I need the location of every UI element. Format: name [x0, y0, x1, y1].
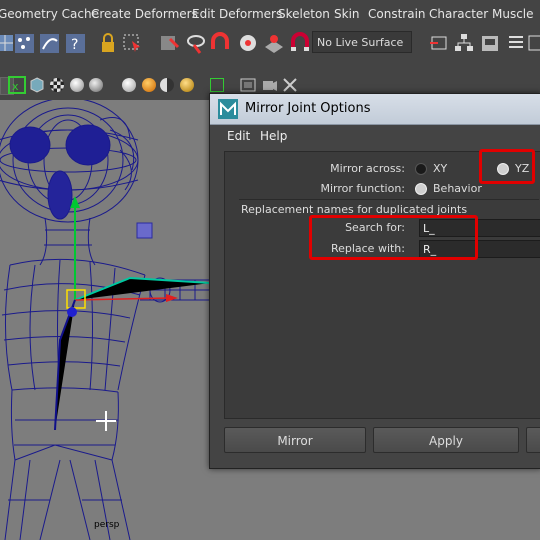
radio-xy-label: XY: [433, 162, 448, 175]
menu-constrain[interactable]: Constrain: [368, 7, 426, 21]
camera-label: persp: [94, 520, 120, 530]
soft-mod-icon[interactable]: [236, 31, 260, 55]
point-snap-icon[interactable]: [38, 31, 62, 55]
hierarchy-icon[interactable]: [452, 31, 476, 55]
shadow-icon[interactable]: [160, 78, 174, 92]
lock-icon[interactable]: [96, 31, 120, 55]
menu-character[interactable]: Character: [429, 7, 488, 21]
history-icon[interactable]: [428, 31, 452, 55]
radio-behavior[interactable]: [415, 183, 427, 195]
radio-behavior-label: Behavior: [433, 182, 482, 195]
menu-create-deformers[interactable]: Create Deformers: [91, 7, 198, 21]
light-icon[interactable]: [122, 78, 136, 92]
highlight-yz-option: [479, 149, 535, 184]
dialog-menu-edit[interactable]: Edit: [227, 129, 250, 143]
select-tool-icon[interactable]: [120, 31, 144, 55]
menu-edit-deformers[interactable]: Edit Deformers: [192, 7, 282, 21]
shaded-sphere-icon[interactable]: [70, 78, 84, 92]
smooth-shade-icon[interactable]: [89, 78, 103, 92]
shelf-toolbar: ?: [0, 28, 540, 59]
live-surface-field[interactable]: No Live Surface: [312, 31, 412, 53]
paint-select-icon[interactable]: [158, 31, 182, 55]
menu-skin[interactable]: Skin: [334, 7, 360, 21]
dialog-menubar: Edit Help: [210, 125, 540, 147]
svg-text:x: x: [12, 80, 19, 93]
magnet-icon[interactable]: [208, 31, 232, 55]
radio-xy[interactable]: [415, 163, 427, 175]
menu-geometry-cache[interactable]: Geometry Cache: [0, 7, 99, 21]
move-cursor-icon: [96, 411, 116, 431]
resolution-gate-icon[interactable]: [282, 77, 298, 93]
section-divider: [239, 199, 539, 200]
dialog-options-panel: Mirror across: XY YZ Mirror function: Be…: [224, 151, 540, 419]
channel-box-icon[interactable]: [504, 31, 528, 55]
dialog-title: Mirror Joint Options: [245, 101, 371, 116]
curve-snap-icon[interactable]: [13, 31, 37, 55]
mirror-button[interactable]: Mirror: [224, 427, 366, 453]
mirror-across-label: Mirror across:: [330, 162, 405, 175]
camera-icon[interactable]: [262, 77, 278, 93]
film-gate-icon[interactable]: [240, 77, 256, 93]
skeleton-joints: [54, 196, 211, 431]
maya-logo-icon: [218, 99, 238, 119]
snap-plane-icon[interactable]: [262, 31, 286, 55]
menu-skeleton[interactable]: Skeleton: [278, 7, 330, 21]
apply-button[interactable]: Apply: [373, 427, 519, 453]
wire-on-shaded-icon[interactable]: [180, 78, 194, 92]
menu-muscle[interactable]: Muscle: [492, 7, 534, 21]
checker-icon[interactable]: [50, 78, 64, 92]
mirror-function-label: Mirror function:: [320, 182, 405, 195]
attribute-editor-icon[interactable]: [526, 31, 540, 55]
main-menubar: Geometry Cache Create Deformers Edit Def…: [0, 0, 540, 29]
svg-text:?: ?: [71, 37, 78, 53]
magnet-live-icon[interactable]: [288, 31, 312, 55]
select-by-hierarchy-icon[interactable]: x: [8, 75, 26, 95]
render-icon[interactable]: [478, 31, 502, 55]
help-icon[interactable]: ?: [64, 31, 88, 55]
close-button[interactable]: [526, 427, 540, 453]
lasso-icon[interactable]: [184, 31, 208, 55]
cube-icon[interactable]: [30, 77, 44, 93]
highlight-replacement-fields: [309, 215, 478, 260]
dialog-menu-help[interactable]: Help: [260, 129, 287, 143]
isolate-icon[interactable]: [210, 78, 224, 92]
texture-icon[interactable]: [142, 78, 156, 92]
dialog-titlebar[interactable]: Mirror Joint Options: [210, 94, 540, 125]
